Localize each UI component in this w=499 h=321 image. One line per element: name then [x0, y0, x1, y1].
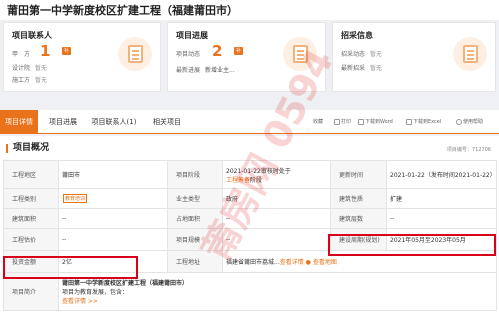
intro-text: 项目为教育发展，包含： — [62, 289, 129, 296]
scale-value: -- — [222, 228, 331, 251]
stage-text: 2021-01-22审核时处于 — [226, 167, 291, 175]
row-label: 甲 方 — [12, 51, 31, 58]
section-title: 项目概况 — [6, 144, 49, 153]
tab-project-progress[interactable]: 项目进展 — [45, 110, 81, 134]
bidding-row-latest: 最新招采 暂无 — [341, 63, 382, 72]
row-value: 暂无 — [370, 65, 383, 72]
download-excel-button[interactable]: 下载到Excel — [406, 110, 441, 134]
table-row: 建筑面积 -- 占地面积 -- 建筑层数 -- — [3, 208, 497, 229]
update-time-label: 更新时间 — [330, 160, 387, 189]
contact-card-title: 项目联系人 — [12, 31, 52, 40]
stage-suffix: 阶段 — [250, 176, 263, 184]
download-icon — [358, 118, 364, 125]
update-time-value: 2021-01-22（发布时间2021-01-22） — [386, 160, 497, 189]
land-area-value: -- — [222, 208, 331, 229]
help-label: 使用帮助 — [463, 119, 484, 125]
floors-value: -- — [386, 208, 497, 229]
scale-label: 项目规模 — [167, 228, 223, 251]
heart-icon: ♡ — [306, 127, 311, 134]
row-label: 设计院 — [12, 65, 31, 72]
row-value: 暂无 — [370, 51, 383, 58]
contact-card[interactable]: 项目联系人 甲 方 1 补 设计院 暂无 施工方 暂无 — [3, 22, 161, 92]
building-area-value: -- — [58, 208, 168, 229]
building-area-label: 建筑面积 — [3, 208, 59, 229]
map-pin-icon: ● — [303, 259, 313, 266]
page-title: 莆田第一中学新度校区扩建工程（福建莆田市） — [7, 4, 238, 17]
title-bar: 莆田第一中学新度校区扩建工程（福建莆田市） — [0, 0, 499, 20]
owner-type-value: 政府 — [222, 188, 331, 209]
tab-project-contacts[interactable]: 项目联系人(1) — [88, 110, 140, 134]
row-label: 招采动态 — [341, 51, 366, 58]
row-value: 暂无 — [35, 65, 48, 72]
bidding-card[interactable]: 招采信息 招采动态 暂无 最新招采 暂无 — [332, 22, 496, 92]
help-button[interactable]: 使用帮助 — [456, 110, 483, 134]
category-tag[interactable]: 教育培训 — [63, 194, 88, 203]
view-map-link[interactable]: 查看地图 — [313, 259, 337, 266]
summary-cards: 项目联系人 甲 方 1 补 设计院 暂无 施工方 暂无 项目进展 项目动态 2 补 … — [0, 22, 499, 92]
table-row: 工程类别 教育培训 业主类型 政府 建筑性质 扩建 — [3, 188, 497, 209]
download-excel-label: 下载到Excel — [413, 119, 442, 125]
estimate-label: 工程估价 — [3, 228, 59, 251]
progress-count[interactable]: 2 — [212, 42, 222, 60]
bidding-doc-icon — [453, 37, 487, 75]
construction-period-highlight — [328, 234, 496, 256]
building-nature-value: 扩建 — [386, 188, 497, 209]
printer-icon — [334, 118, 340, 125]
document-icon — [283, 37, 317, 75]
progress-card[interactable]: 项目进展 项目动态 2 补 最新进展 新增业主... — [167, 22, 326, 92]
category-label: 工程类别 — [3, 188, 59, 209]
row-value[interactable]: 新增业主... — [205, 67, 235, 74]
stage-label: 项目阶段 — [167, 160, 223, 189]
land-area-label: 占地面积 — [167, 208, 223, 229]
table-row: 工程地区 莆田市 项目阶段 2021-01-22审核时处于 工程筹备阶段 更新时间… — [3, 160, 497, 189]
project-code: 项目编号：712706 — [447, 146, 491, 153]
row-label: 最新招采 — [341, 65, 366, 72]
address-label: 工程地址 — [167, 250, 223, 273]
progress-card-title: 项目进展 — [176, 31, 208, 40]
owner-badge: 补 — [62, 47, 71, 55]
region-label: 工程地区 — [3, 160, 59, 189]
favorite-label: 收藏 — [313, 119, 324, 125]
print-button[interactable]: 打印 — [334, 110, 351, 134]
row-label: 施工方 — [12, 77, 31, 84]
stage-value: 2021-01-22审核时处于 工程筹备阶段 — [222, 160, 331, 189]
progress-row-dynamic: 项目动态 — [176, 49, 200, 58]
stage-link[interactable]: 工程筹备 — [226, 177, 250, 184]
intro-detail-link[interactable]: 查看详情 >> — [62, 296, 493, 305]
project-overview: 项目概况 项目编号：712706 工程地区 莆田市 项目阶段 2021-01-2… — [0, 136, 499, 321]
contact-row-owner: 甲 方 — [12, 49, 30, 58]
contact-book-icon — [118, 37, 152, 75]
address-text: 福建省莆田市荔城... — [226, 259, 280, 266]
building-nature-label: 建筑性质 — [330, 188, 387, 209]
owner-type-label: 业主类型 — [167, 188, 223, 209]
help-icon — [456, 118, 462, 125]
tab-related-projects[interactable]: 相关项目 — [147, 110, 187, 134]
download-icon — [406, 118, 412, 125]
address-detail-link[interactable]: 查看详情 — [280, 259, 304, 266]
row-label: 最新进展 — [176, 67, 201, 74]
download-word-button[interactable]: 下载到Word — [358, 110, 393, 134]
intro-title: 莆田第一中学新度校区扩建工程（福建莆田市） — [62, 280, 189, 287]
investment-highlight — [3, 256, 138, 279]
estimate-value: -- — [58, 228, 168, 251]
row-value: 暂无 — [35, 77, 48, 84]
region-value[interactable]: 莆田市 — [58, 160, 168, 189]
favorite-button[interactable]: ♡收藏 — [306, 110, 323, 134]
download-word-label: 下载到Word — [365, 119, 393, 125]
owner-count[interactable]: 1 — [40, 42, 50, 60]
print-label: 打印 — [341, 119, 352, 125]
bidding-card-title: 招采信息 — [341, 31, 373, 40]
tab-project-detail[interactable]: 项目详情 — [0, 110, 38, 134]
category-value: 教育培训 — [58, 188, 168, 209]
progress-badge: 补 — [234, 47, 243, 55]
contact-row-designer: 设计院 暂无 — [12, 63, 47, 72]
project-code-label: 项目编号： — [446, 147, 472, 153]
progress-row-latest: 最新进展 新增业主... — [176, 65, 235, 74]
tab-bar: 项目详情 项目进展 项目联系人(1) 相关项目 ♡收藏 打印 下载到Word 下… — [0, 110, 499, 134]
row-label: 项目动态 — [176, 51, 201, 58]
floors-label: 建筑层数 — [330, 208, 387, 229]
project-code-value: 712706 — [471, 147, 491, 153]
contact-row-builder: 施工方 暂无 — [12, 75, 47, 84]
bidding-row-dynamic: 招采动态 暂无 — [341, 49, 382, 58]
